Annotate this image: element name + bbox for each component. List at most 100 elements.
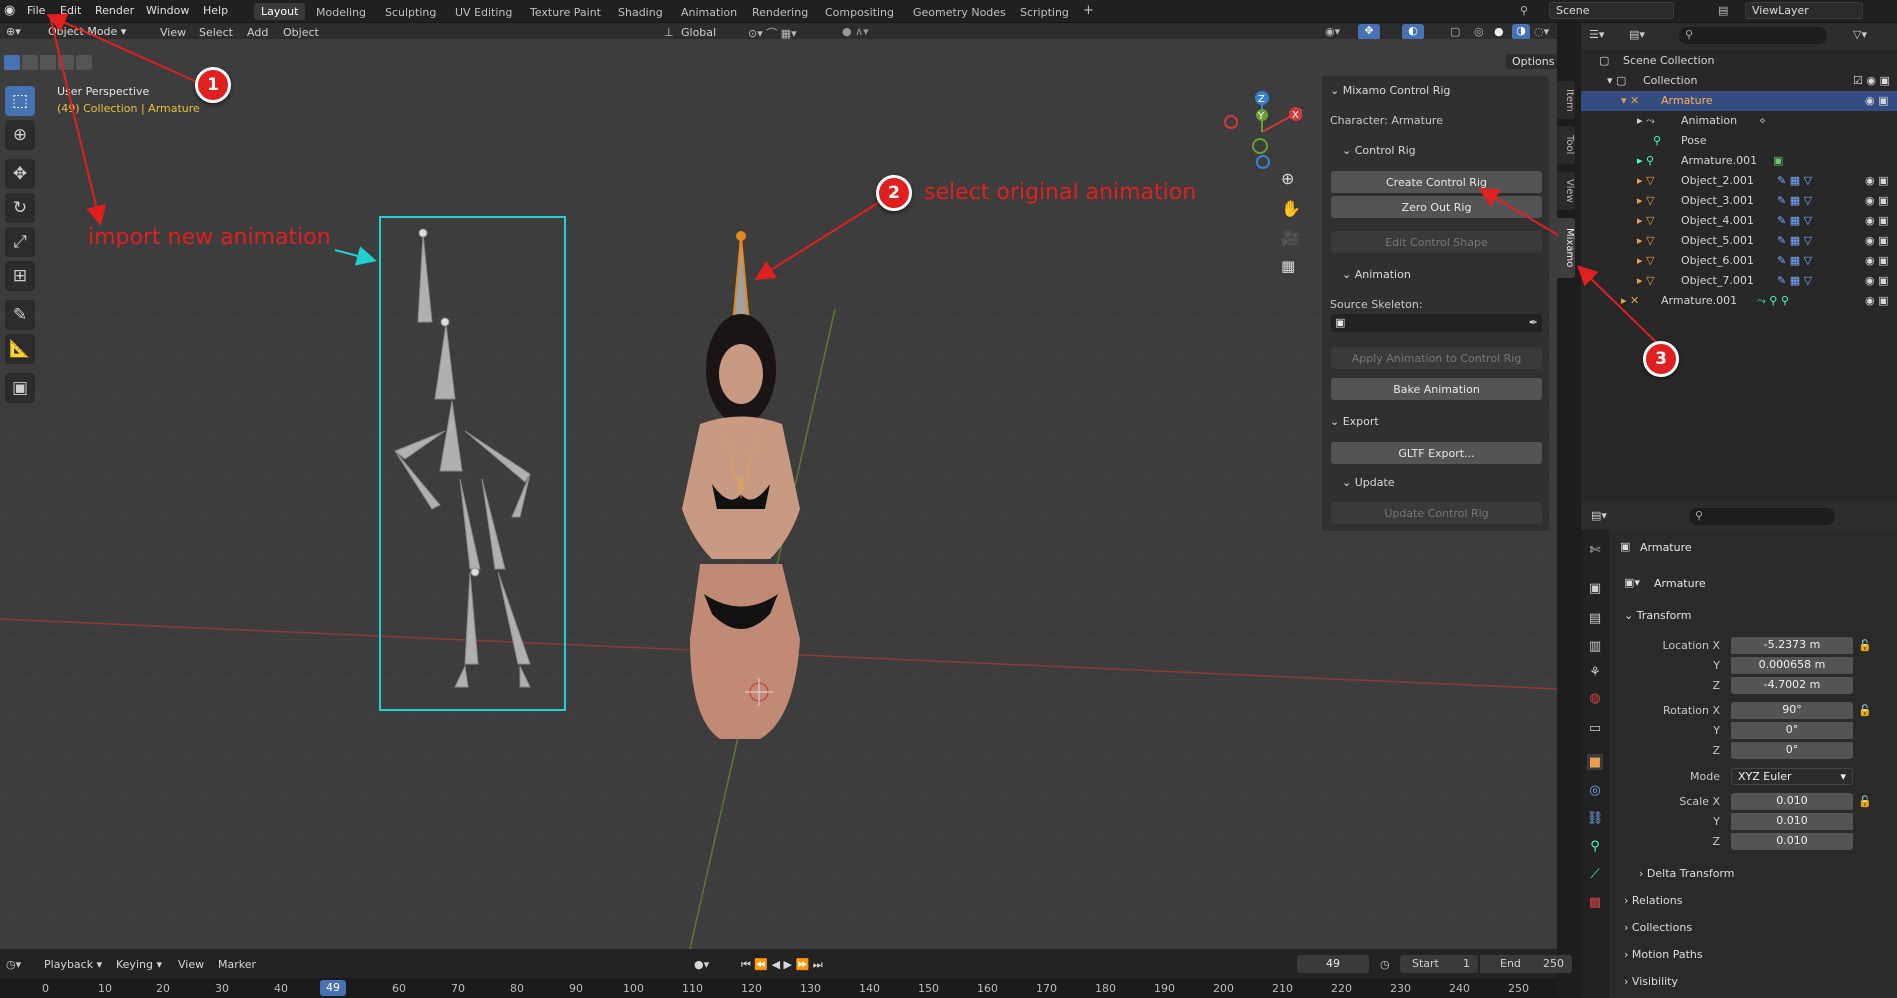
proportional-edit-icon[interactable]: ● ∧▾ — [842, 25, 869, 38]
annotate-tool-icon[interactable]: ✎ — [5, 300, 35, 330]
menu-help[interactable]: Help — [203, 4, 228, 17]
visibility-eye-icon[interactable]: ◉ ▣ — [1865, 214, 1889, 227]
scene-icon[interactable]: ⚲ — [1520, 4, 1528, 17]
orientation-selector[interactable]: Global — [681, 26, 716, 39]
scale-z-field[interactable]: 0.010 — [1731, 833, 1853, 850]
tab-layout[interactable]: Layout — [254, 3, 306, 20]
update-section[interactable]: ⌄ Update — [1342, 476, 1395, 489]
filter-icon[interactable]: ▽▾ — [1853, 28, 1867, 41]
timeline-editor-icon[interactable]: ◷▾ — [6, 958, 21, 971]
measure-tool-icon[interactable]: 📐 — [5, 334, 35, 364]
delta-transform-panel[interactable]: › Delta Transform — [1639, 867, 1734, 880]
animation-section[interactable]: ⌄ Animation — [1342, 268, 1411, 281]
source-skeleton-field[interactable]: ▣ ✒ — [1331, 314, 1542, 332]
select-subtract-icon[interactable] — [40, 55, 56, 70]
rendered-shading-icon[interactable]: ◌▾ — [1534, 25, 1549, 38]
tab-compositing[interactable]: Compositing — [825, 6, 894, 19]
xray-icon[interactable]: ▢ — [1450, 25, 1460, 38]
bone-tab-icon[interactable]: ⟋ — [1587, 866, 1603, 882]
tab-tool[interactable]: Tool — [1557, 126, 1575, 164]
view-layer-tab-icon[interactable]: ▥ — [1587, 638, 1603, 654]
rotation-x-field[interactable]: 90° — [1731, 702, 1853, 719]
eyedropper-icon[interactable]: ✒ — [1529, 316, 1538, 329]
outliner-row[interactable]: ▸ ▽ Object_7.001 ✎ ▦ ▽ ◉ ▣ — [1581, 271, 1897, 291]
display-mode-icon[interactable]: ▤▾ — [1629, 28, 1645, 41]
outliner-row[interactable]: ▸ ▽ Object_2.001 ✎ ▦ ▽ ◉ ▣ — [1581, 171, 1897, 191]
output-tab-icon[interactable]: ▤ — [1587, 610, 1603, 626]
visibility-eye-icon[interactable]: ◉ ▣ — [1865, 294, 1889, 307]
select-invert-icon[interactable] — [58, 55, 74, 70]
texture-tab-icon[interactable]: ▩ — [1587, 894, 1603, 910]
tab-item[interactable]: Item — [1557, 81, 1575, 119]
zoom-icon[interactable]: ⊕ — [1281, 169, 1294, 188]
control-rig-section[interactable]: ⌄ Control Rig — [1342, 144, 1416, 157]
menu-render[interactable]: Render — [95, 4, 134, 17]
scene-tab-icon[interactable]: ⚘ — [1587, 664, 1603, 680]
editor-type-icon[interactable]: ⊕▾ — [6, 25, 21, 38]
preview-range-icon[interactable]: ◷ — [1380, 958, 1390, 971]
grid-projection-icon[interactable]: ▦ — [1281, 257, 1295, 275]
constraints-tab-icon[interactable]: ⛓ — [1587, 810, 1604, 826]
visibility-eye-icon[interactable]: ◉ ▣ — [1865, 274, 1889, 287]
location-z-field[interactable]: -4.7002 m — [1731, 677, 1853, 694]
playback-controls[interactable]: ⏮ ⏪ ◀ ▶ ⏩ ⏭ — [741, 958, 823, 972]
visibility-eye-icon[interactable]: ◉ ▣ — [1865, 254, 1889, 267]
create-control-rig-button[interactable]: Create Control Rig — [1331, 171, 1542, 193]
blender-logo-icon[interactable]: ◉ — [4, 3, 15, 18]
options-button[interactable]: Options ▾ — [1505, 53, 1557, 70]
wireframe-shading-icon[interactable]: ◎ — [1474, 25, 1484, 38]
tab-geometry-nodes[interactable]: Geometry Nodes — [913, 6, 1006, 19]
camera-view-icon[interactable]: 🎥 — [1281, 229, 1300, 247]
select-extend-icon[interactable] — [22, 55, 38, 70]
playhead[interactable]: 49 — [320, 980, 346, 996]
end-frame-field[interactable]: End 250 — [1480, 955, 1572, 973]
export-section[interactable]: ⌄ Export — [1330, 415, 1379, 428]
object-name-field[interactable]: Armature — [1640, 541, 1692, 554]
bake-animation-button[interactable]: Bake Animation — [1331, 378, 1542, 400]
scene-collection-row[interactable]: ▢ Scene Collection — [1581, 51, 1897, 71]
outliner-row[interactable]: ▸ ⤳ Animation ⋄ — [1581, 111, 1897, 131]
visibility-eye-icon[interactable]: ◉ ▣ — [1865, 194, 1889, 207]
material-shading-icon[interactable]: ◑ — [1512, 24, 1530, 40]
lock-icon[interactable]: 🔓 — [1858, 639, 1872, 652]
scale-tool-icon[interactable]: ⤢ — [5, 227, 35, 257]
location-x-field[interactable]: -5.2373 m — [1731, 637, 1853, 654]
outliner-search-input[interactable]: ⚲ — [1679, 27, 1827, 44]
visibility-eye-icon[interactable]: ◉ ▣ — [1865, 94, 1889, 107]
scene-selector[interactable]: Scene — [1549, 2, 1674, 19]
tab-shading[interactable]: Shading — [618, 6, 663, 19]
outliner-row[interactable]: ▸ ▽ Object_3.001 ✎ ▦ ▽ ◉ ▣ — [1581, 191, 1897, 211]
outliner-row[interactable]: ▸ ▽ Object_5.001 ✎ ▦ ▽ ◉ ▣ — [1581, 231, 1897, 251]
menu-file[interactable]: File — [27, 4, 45, 17]
menu-playback[interactable]: Playback ▾ — [44, 958, 102, 971]
navigation-gizmo[interactable]: Z X Y — [1222, 87, 1303, 172]
edit-control-shape-button[interactable]: Edit Control Shape — [1331, 231, 1542, 253]
outliner-row[interactable]: ▸ ⚲ Armature.001 ▣ — [1581, 151, 1897, 171]
pan-hand-icon[interactable]: ✋ — [1281, 199, 1301, 218]
visibility-panel[interactable]: › Visibility — [1624, 975, 1678, 988]
tab-view[interactable]: View — [1557, 172, 1575, 210]
cursor-tool-icon[interactable]: ⊕ — [5, 120, 35, 150]
outliner-row[interactable]: ▸ ✕ Armature.001 ⤳ ⚲ ⚲ ◉ ▣ — [1581, 291, 1897, 311]
select-intersect-icon[interactable] — [76, 55, 92, 70]
frame-ruler[interactable]: 0 10 20 30 40 49 60 70 80 90 100 110 120… — [0, 978, 1557, 998]
outliner-row[interactable]: ▸ ▽ Object_6.001 ✎ ▦ ▽ ◉ ▣ — [1581, 251, 1897, 271]
relations-panel[interactable]: › Relations — [1624, 894, 1682, 907]
visibility-eye-icon[interactable]: ☑ ◉ ▣ — [1853, 74, 1890, 87]
collections-panel[interactable]: › Collections — [1624, 921, 1692, 934]
outliner-row[interactable]: ▾ ▢ Collection ☑ ◉ ▣ — [1581, 71, 1897, 91]
add-cube-tool-icon[interactable]: ▣ — [5, 373, 35, 403]
menu-marker[interactable]: Marker — [218, 958, 256, 971]
scale-y-field[interactable]: 0.010 — [1731, 813, 1853, 830]
tab-uv-editing[interactable]: UV Editing — [455, 6, 512, 19]
outliner-editor-icon[interactable]: ☰▾ — [1589, 28, 1604, 41]
outliner-row[interactable]: ⚲ Pose — [1581, 131, 1897, 151]
menu-window[interactable]: Window — [146, 4, 189, 17]
physics-tab-icon[interactable]: ◎ — [1587, 782, 1603, 798]
menu-view[interactable]: View — [160, 26, 186, 39]
visibility-icon[interactable]: ◉▾ — [1325, 25, 1340, 38]
transform-panel-header[interactable]: ⌄ Transform — [1624, 609, 1691, 622]
menu-timeline-view[interactable]: View — [178, 958, 204, 971]
tab-scripting[interactable]: Scripting — [1020, 6, 1069, 19]
rotation-y-field[interactable]: 0° — [1731, 722, 1853, 739]
